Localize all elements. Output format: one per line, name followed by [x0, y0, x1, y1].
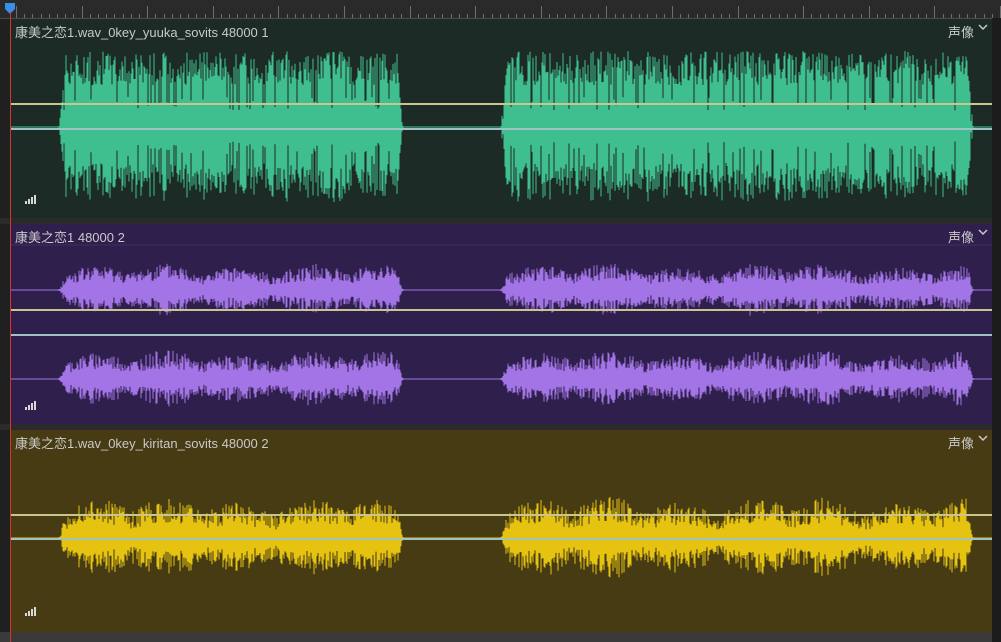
track-3-title: 康美之恋1.wav_0key_kiritan_sovits 48000 2: [15, 436, 269, 451]
waveform-track-3[interactable]: [11, 430, 992, 632]
playhead-line[interactable]: [10, 12, 11, 642]
track-3[interactable]: 康美之恋1.wav_0key_kiritan_sovits 48000 2 声像: [11, 430, 992, 632]
playhead-marker-icon[interactable]: [4, 0, 16, 14]
signal-meter-icon: [25, 195, 36, 204]
track-1-pan-control[interactable]: 声像: [947, 22, 988, 41]
track-2-pan-control[interactable]: 声像: [947, 227, 988, 246]
horizontal-scrollbar[interactable]: [0, 632, 992, 642]
waveform-track-1[interactable]: [11, 19, 992, 218]
track-2-pan-label: 声像: [947, 230, 974, 245]
track-3-pan-control[interactable]: 声像: [947, 433, 988, 452]
chevron-down-icon[interactable]: [976, 20, 990, 34]
signal-meter-icon: [25, 607, 36, 616]
timeline-ruler[interactable]: [0, 0, 1001, 19]
chevron-down-icon[interactable]: [976, 225, 990, 239]
track-2[interactable]: 康美之恋1 48000 2 声像: [11, 224, 992, 424]
vertical-scrollbar[interactable]: [992, 18, 1001, 642]
track-1-pan-label: 声像: [947, 25, 974, 40]
waveform-track-2[interactable]: [11, 224, 992, 424]
track-1-title: 康美之恋1.wav_0key_yuuka_sovits 48000 1: [15, 25, 269, 40]
track-1[interactable]: 康美之恋1.wav_0key_yuuka_sovits 48000 1 声像: [11, 19, 992, 218]
track-2-title: 康美之恋1 48000 2: [15, 230, 125, 245]
track-background: [11, 224, 992, 424]
signal-meter-icon: [25, 401, 36, 410]
track-3-pan-label: 声像: [947, 436, 974, 451]
chevron-down-icon[interactable]: [976, 431, 990, 445]
